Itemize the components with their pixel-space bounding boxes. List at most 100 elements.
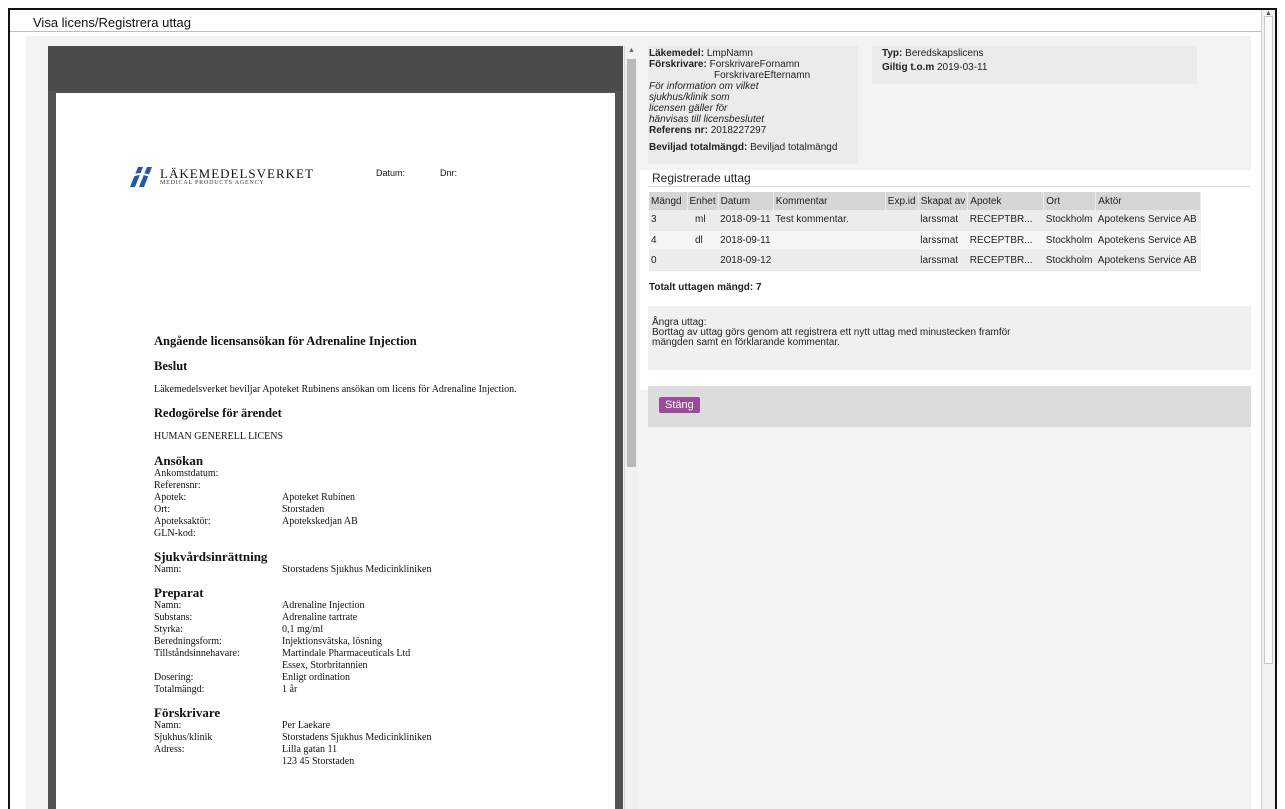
field-label: GLN-kod: xyxy=(154,528,196,539)
column-header[interactable]: Exp.id xyxy=(885,192,919,210)
pdf-scroll-up-icon[interactable]: ▲ xyxy=(628,47,635,54)
cell-ort: Stockholm xyxy=(1043,250,1096,271)
uttag-section-title: Registrerade uttag xyxy=(652,171,751,185)
field-value: Adrenaline tartrate xyxy=(282,612,358,623)
cell-aktor: Apotekens Service AB xyxy=(1095,210,1201,231)
cell-datum: 2018-09-12 xyxy=(718,250,774,271)
window-scrollbar[interactable]: ▲ xyxy=(1261,10,1275,809)
giltig-label: Giltig t.o.m xyxy=(882,62,935,73)
ansokan-fields: Ankomstdatum: Referensnr: Apotek: Apoteke… xyxy=(154,468,584,540)
cell-kommentar: Test kommentar. xyxy=(773,210,886,231)
field-value: 123 45 Storstaden xyxy=(282,756,355,767)
pdf-viewer[interactable]: LÄKEMEDELSVERKET MEDICAL PRODUCTS AGENCY… xyxy=(48,46,623,809)
field-value: Per Laekare xyxy=(282,720,331,731)
undo-info-box: Ångra uttag: Borttag av uttag görs genom… xyxy=(648,306,1251,370)
cell-mangd: 0 xyxy=(649,250,687,271)
cell-enhet xyxy=(687,250,719,271)
pdf-scrollbar[interactable]: ▲ xyxy=(624,46,638,809)
column-header[interactable]: Datum xyxy=(718,192,774,210)
field-value: Injektionsvätska, lösning xyxy=(282,636,382,647)
typ-label: Typ: xyxy=(882,48,903,59)
dialog-title: Visa licens/Registrera uttag xyxy=(33,15,192,30)
field-label: Namn: xyxy=(154,600,182,611)
sjukvard-fields: Namn: Storstadens Sjukhus Medicinkliniken xyxy=(154,564,584,576)
field-label: Styrka: xyxy=(154,624,183,635)
forskrivare-fields: Namn: Per Laekare Sjukhus/klinik Storstade… xyxy=(154,720,584,768)
column-header[interactable]: Apotek xyxy=(967,192,1045,210)
column-header[interactable]: Skapat av xyxy=(918,192,969,210)
column-header[interactable]: Ort xyxy=(1043,192,1097,210)
ansokan-heading: Ansökan xyxy=(154,453,204,468)
field-value: 1 år xyxy=(282,684,298,695)
cell-kommentar xyxy=(773,230,886,251)
field-row: Adress: Lilla gatan 11 xyxy=(154,744,584,756)
field-value xyxy=(282,480,584,492)
field-label: Beredningsform: xyxy=(154,636,222,647)
column-header[interactable]: Kommentar xyxy=(773,192,886,210)
info-note-line: licensen gäller för xyxy=(649,103,728,114)
logo-subtitle: MEDICAL PRODUCTS AGENCY xyxy=(160,180,265,186)
cell-skapat-av: larssmat xyxy=(918,210,968,231)
pdf-page: LÄKEMEDELSVERKET MEDICAL PRODUCTS AGENCY… xyxy=(56,93,615,809)
field-label: Tillståndsinnehavare: xyxy=(154,648,240,659)
field-label xyxy=(154,756,282,768)
field-value: Storstaden xyxy=(282,504,325,515)
close-button[interactable]: Stäng xyxy=(659,397,700,413)
cell-ort: Stockholm xyxy=(1043,230,1096,251)
info-note-line: För information om vilket xyxy=(649,81,759,92)
cell-kommentar xyxy=(773,250,886,271)
sjukvard-heading: Sjukvårdsinrättning xyxy=(154,549,268,564)
cell-apotek: RECEPTBR... xyxy=(967,210,1044,231)
field-label: Ort: xyxy=(154,504,171,515)
cell-skapat-av: larssmat xyxy=(918,230,968,251)
field-label: Dosering: xyxy=(154,672,194,683)
field-row: Substans: Adrenaline tartrate xyxy=(154,612,584,624)
dnr-label: Dnr: xyxy=(440,168,458,178)
cell-expid xyxy=(885,250,919,271)
field-row: GLN-kod: xyxy=(154,528,584,540)
field-value: Lilla gatan 11 xyxy=(282,744,338,755)
column-header[interactable]: Aktör xyxy=(1095,192,1202,210)
table-row[interactable]: 0 2018-09-12 larssmat RECEPTBR... Stockh… xyxy=(649,250,1201,271)
cell-expid xyxy=(885,230,919,251)
section-divider xyxy=(648,186,1251,187)
dialog-footer: Stäng xyxy=(648,386,1251,427)
license-decision-document: Angående licensansökan för Adrenaline In… xyxy=(154,334,584,768)
field-value xyxy=(282,528,584,540)
field-row: Namn: Storstadens Sjukhus Medicinkliniken xyxy=(154,564,584,576)
forskrivare-first-name: ForskrivareFornamn xyxy=(709,59,800,70)
column-header[interactable]: Enhet xyxy=(687,192,719,210)
forskrivare-label: Förskrivare: xyxy=(649,59,707,70)
cell-datum: 2018-09-11 xyxy=(718,230,774,251)
field-label: Sjukhus/klinik xyxy=(154,732,213,743)
field-value: Martindale Pharmaceuticals Ltd xyxy=(282,648,411,659)
column-header[interactable]: Mängd xyxy=(649,192,688,210)
window-scrollbar-thumb[interactable] xyxy=(1264,16,1273,664)
field-value: Storstadens Sjukhus Medicinkliniken xyxy=(282,564,432,575)
field-row: Sjukhus/klinik Storstadens Sjukhus Medici… xyxy=(154,732,584,744)
cell-apotek: RECEPTBR... xyxy=(967,230,1044,251)
field-row: Styrka: 0,1 mg/ml xyxy=(154,624,584,636)
table-row[interactable]: 4 dl 2018-09-11 larssmat RECEPTBR... Sto… xyxy=(649,230,1201,251)
redogorelse-text: HUMAN GENERELL LICENS xyxy=(154,431,284,442)
info-note-line: sjukhus/klinik som xyxy=(649,92,730,103)
cell-enhet: dl xyxy=(687,230,719,251)
table-row[interactable]: 3 ml 2018-09-11 Test kommentar. larssmat… xyxy=(649,210,1201,231)
field-label: Apoteksaktör: xyxy=(154,516,211,527)
field-row: Totalmängd: 1 år xyxy=(154,684,584,696)
field-value: Apotekskedjan AB xyxy=(282,516,358,527)
cell-aktor: Apotekens Service AB xyxy=(1095,230,1201,251)
total-uttagen: Totalt uttagen mängd: 7 xyxy=(649,282,762,293)
beviljad-label: Beviljad totalmängd: xyxy=(649,142,748,153)
cell-datum: 2018-09-11 xyxy=(718,210,774,231)
beslut-heading: Beslut xyxy=(154,359,188,373)
field-label xyxy=(154,660,282,672)
redogorelse-heading: Redogörelse för ärendet xyxy=(154,406,282,420)
license-type-box: Typ: Beredskapslicens Giltig t.o.m 2019-… xyxy=(872,46,1197,84)
pdf-scrollbar-thumb[interactable] xyxy=(627,59,636,467)
cell-apotek: RECEPTBR... xyxy=(967,250,1044,271)
pdf-toolbar xyxy=(48,46,623,91)
field-row: Dosering: Enligt ordination xyxy=(154,672,584,684)
field-row: 123 45 Storstaden xyxy=(154,756,584,768)
table-header-row: Mängd Enhet Datum Kommentar Exp.id Skapa… xyxy=(649,192,1202,210)
